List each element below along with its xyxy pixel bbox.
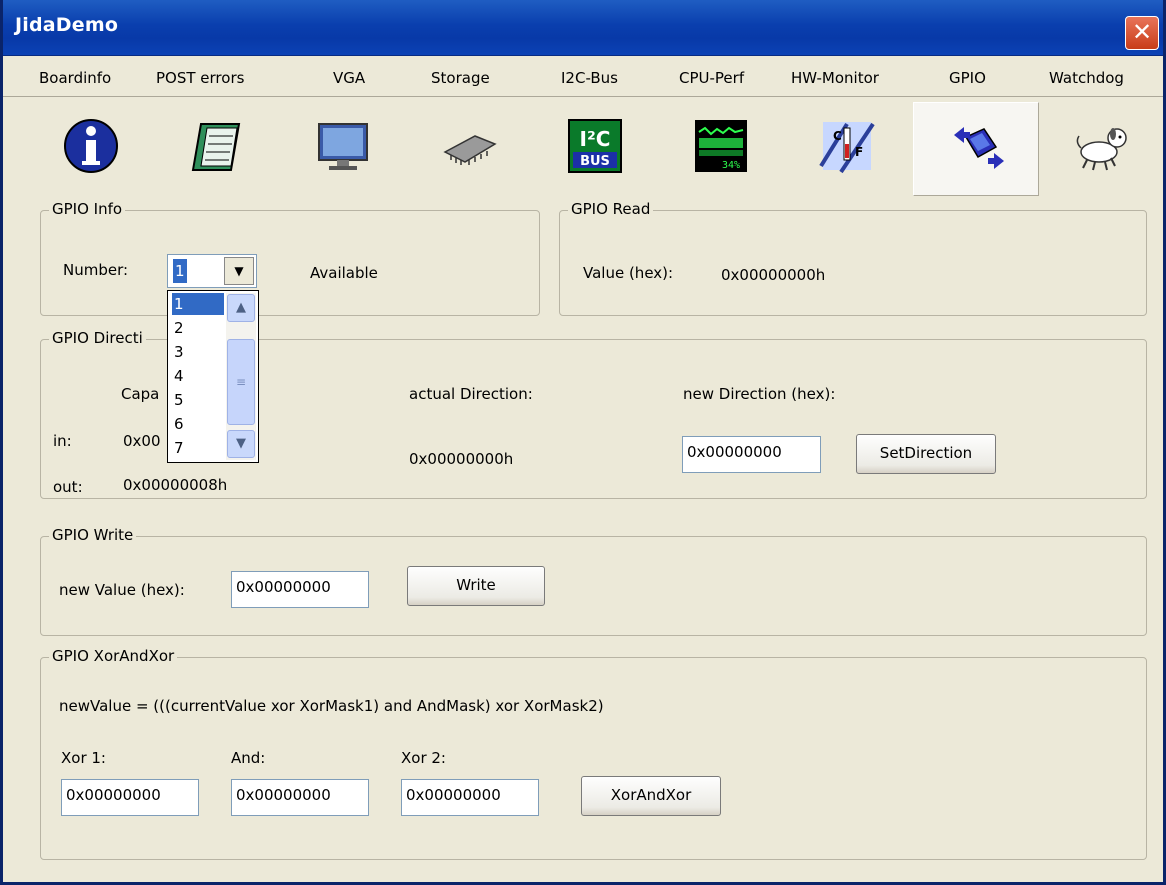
svg-text:F: F: [855, 145, 863, 159]
actual-direction-value: 0x00000000h: [409, 450, 514, 468]
new-direction-input[interactable]: 0x00000000: [682, 436, 821, 473]
monitor-icon: [318, 123, 368, 170]
icon-button-boardinfo[interactable]: [27, 102, 153, 196]
read-value: 0x00000000h: [721, 266, 826, 284]
write-value-label: new Value (hex):: [59, 581, 185, 599]
svg-text:I²C: I²C: [580, 127, 611, 151]
close-button[interactable]: ✕: [1125, 16, 1159, 50]
dropdown-scrollbar[interactable]: ▲ ≡ ▼: [226, 293, 256, 460]
icon-button-i2c-bus[interactable]: I²C BUS: [531, 102, 657, 196]
xor2-input[interactable]: 0x00000000: [401, 779, 539, 816]
chip-icon: [443, 135, 497, 165]
scroll-thumb[interactable]: ≡: [227, 339, 255, 425]
app-window: JidaDemo ✕ Boardinfo POST errors VGA Sto…: [0, 0, 1166, 885]
number-selected-value: 1: [173, 259, 187, 283]
title-bar[interactable]: JidaDemo ✕: [3, 0, 1163, 56]
watchdog-icon: [1076, 128, 1127, 171]
info-icon: [64, 119, 118, 173]
write-value-input[interactable]: 0x00000000: [231, 571, 369, 608]
xor-formula: newValue = (((currentValue xor XorMask1)…: [59, 697, 604, 715]
tab-post-errors[interactable]: POST errors: [156, 69, 244, 87]
gpio-direction-title: GPIO Directi: [49, 329, 146, 347]
dropdown-option[interactable]: 3: [172, 341, 224, 363]
icon-button-watchdog[interactable]: [1039, 102, 1165, 196]
window-title: JidaDemo: [15, 14, 119, 36]
icon-button-hw-monitor[interactable]: C F: [783, 102, 909, 196]
and-input[interactable]: 0x00000000: [231, 779, 369, 816]
in-value: 0x00: [123, 432, 161, 450]
dropdown-option[interactable]: 2: [172, 317, 224, 339]
cpu-perf-icon: 34%: [695, 120, 747, 172]
gpio-info-title: GPIO Info: [49, 200, 126, 218]
scroll-up-button[interactable]: ▲: [227, 294, 255, 322]
set-direction-button[interactable]: SetDirection: [856, 434, 996, 474]
out-value: 0x00000008h: [123, 476, 228, 494]
icon-button-gpio[interactable]: [913, 102, 1039, 196]
gpio-write-group: GPIO Write: [40, 526, 1147, 636]
xor-and-xor-button[interactable]: XorAndXor: [581, 776, 721, 816]
number-dropdown-list[interactable]: 1 2 3 4 5 6 7 ▲ ≡ ▼: [167, 290, 259, 463]
tab-vga[interactable]: VGA: [333, 69, 365, 87]
tab-boardinfo[interactable]: Boardinfo: [39, 69, 111, 87]
chevron-up-icon: ▲: [236, 300, 246, 315]
xor1-input[interactable]: 0x00000000: [61, 779, 199, 816]
gpio-write-title: GPIO Write: [49, 526, 137, 544]
xor2-label: Xor 2:: [401, 749, 446, 767]
number-label: Number:: [63, 261, 129, 279]
svg-text:C: C: [833, 129, 842, 143]
notebook-icon: [191, 123, 241, 171]
chevron-down-icon: ▼: [236, 436, 246, 451]
tab-watchdog[interactable]: Watchdog: [1049, 69, 1124, 87]
gpio-icon: [954, 127, 1004, 169]
tab-strip: Boardinfo POST errors VGA Storage I2C-Bu…: [3, 57, 1163, 97]
capabilities-label: Capa: [121, 385, 160, 403]
i2c-bus-icon: I²C BUS: [568, 119, 622, 173]
write-button[interactable]: Write: [407, 566, 545, 606]
gpio-xor-group: GPIO XorAndXor: [40, 647, 1147, 860]
chevron-down-icon: ▼: [234, 264, 244, 278]
icon-bar: I²C BUS 34% C F: [3, 98, 1163, 198]
icon-button-vga[interactable]: [279, 102, 405, 196]
hw-monitor-icon: C F: [819, 122, 875, 174]
tab-gpio[interactable]: GPIO: [949, 69, 986, 87]
new-direction-label: new Direction (hex):: [683, 385, 836, 403]
gpio-xor-title: GPIO XorAndXor: [49, 647, 178, 665]
read-value-label: Value (hex):: [583, 264, 674, 282]
grip-icon: ≡: [235, 375, 247, 389]
scroll-down-button[interactable]: ▼: [227, 430, 255, 458]
dropdown-option[interactable]: 1: [172, 293, 224, 315]
number-combo[interactable]: 1 ▼: [167, 254, 257, 288]
xor1-label: Xor 1:: [61, 749, 106, 767]
icon-button-cpu-perf[interactable]: 34%: [657, 102, 783, 196]
tab-i2c-bus[interactable]: I2C-Bus: [561, 69, 618, 87]
dropdown-option[interactable]: 7: [172, 437, 224, 459]
svg-text:BUS: BUS: [580, 154, 610, 169]
tab-storage[interactable]: Storage: [431, 69, 490, 87]
in-label: in:: [53, 432, 72, 450]
icon-button-storage[interactable]: [405, 102, 531, 196]
actual-direction-label: actual Direction:: [409, 385, 533, 403]
combo-dropdown-button[interactable]: ▼: [224, 257, 254, 285]
icon-button-post-errors[interactable]: [153, 102, 279, 196]
out-label: out:: [53, 478, 83, 496]
gpio-read-title: GPIO Read: [568, 200, 654, 218]
close-icon: ✕: [1131, 18, 1153, 46]
gpio-read-group: GPIO Read: [559, 200, 1147, 316]
dropdown-option[interactable]: 4: [172, 365, 224, 387]
dropdown-option[interactable]: 6: [172, 413, 224, 435]
svg-text:34%: 34%: [722, 160, 740, 171]
tab-hw-monitor[interactable]: HW-Monitor: [791, 69, 879, 87]
and-label: And:: [231, 749, 266, 767]
dropdown-option[interactable]: 5: [172, 389, 224, 411]
gpio-status: Available: [310, 264, 378, 282]
tab-cpu-perf[interactable]: CPU-Perf: [679, 69, 744, 87]
